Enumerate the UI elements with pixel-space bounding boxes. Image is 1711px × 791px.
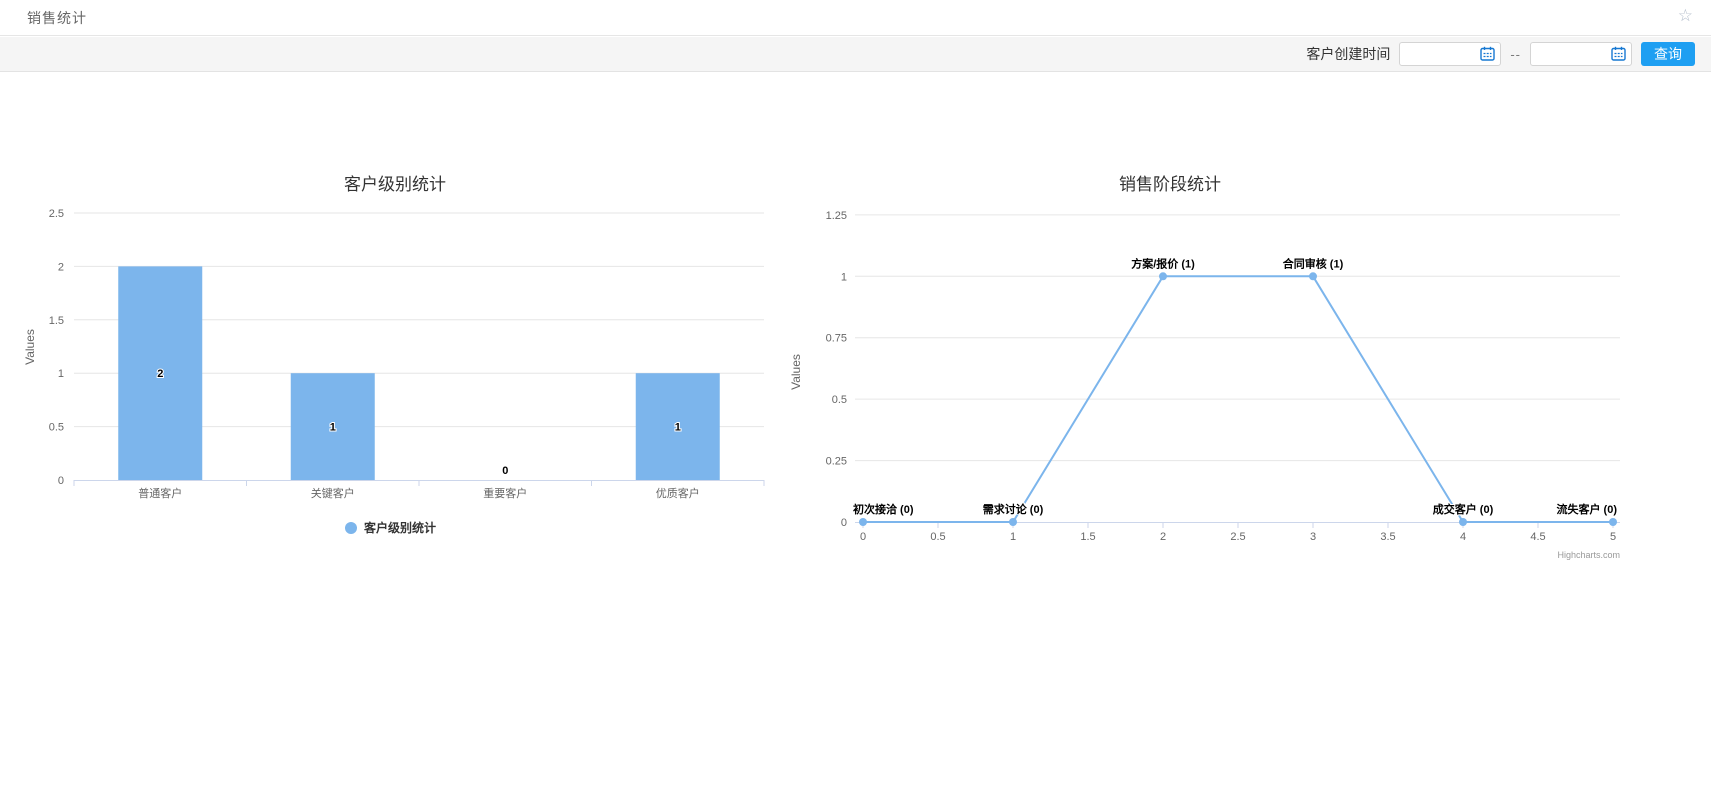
customer-level-chart: 0 0.5 1 1.5 2 2.5 普通客户 关键客户 重要客户 优质客户 2 1 0 1 客户级别统计 Va… [20,140,770,550]
x-tick-label: 0 [860,531,866,543]
y-tick-label: 1.5 [49,315,64,327]
filter-label: 客户创建时间 [1306,44,1390,64]
start-date-field [1399,42,1501,66]
y-tick-label: 0.5 [832,394,847,406]
bar-value-label: 1 [675,422,681,434]
x-tick-label: 2 [1160,531,1166,543]
data-point-marker[interactable] [1459,518,1467,526]
x-tick-label: 3 [1310,531,1316,543]
y-tick-label: 0.25 [826,456,847,468]
page-title: 销售统计 [27,8,87,28]
date-range-separator: -- [1510,47,1521,62]
y-tick-label: 0.75 [826,333,847,345]
data-point-marker[interactable] [1609,518,1617,526]
bar-value-label: 1 [330,422,336,434]
calendar-icon[interactable] [1611,46,1626,61]
star-icon[interactable]: ☆ [1678,6,1693,26]
y-axis-title: Values [789,354,803,390]
chart-title: 客户级别统计 [344,175,446,194]
point-label: 合同审核 (1) [1283,256,1344,270]
x-tick-label: 3.5 [1380,531,1395,543]
y-tick-label: 2 [58,261,64,273]
end-date-field [1530,42,1632,66]
customer-level-chart-canvas: 0 0.5 1 1.5 2 2.5 普通客户 关键客户 重要客户 优质客户 2 1 0 1 客户级别统计 Va… [20,140,770,550]
data-point-marker[interactable] [1009,518,1017,526]
x-category-label: 重要客户 [483,486,527,500]
y-tick-label: 1.25 [826,210,847,222]
x-tick-label: 5 [1610,531,1616,543]
legend-marker-icon[interactable] [345,522,357,534]
y-axis-title: Values [23,329,37,365]
x-tick-label: 2.5 [1230,531,1245,543]
query-button[interactable]: 查询 [1641,42,1695,66]
top-bar: 销售统计 ☆ [0,0,1711,36]
x-category-label: 普通客户 [138,486,182,500]
x-tick-label: 0.5 [930,531,945,543]
data-point-marker[interactable] [859,518,867,526]
y-tick-label: 1 [58,368,64,380]
x-tick-label: 1.5 [1080,531,1095,543]
point-label: 方案/报价 (1) [1131,256,1195,270]
filter-bar: 客户创建时间 -- 查询 [0,37,1711,72]
x-tick-label: 4 [1460,531,1466,543]
y-tick-label: 0 [58,475,64,487]
sales-stage-chart-canvas: 初次接洽 (0) 需求讨论 (0) 方案/报价 (1) 合同审核 (1) 成交客户 (0… [770,140,1700,580]
bar-value-label: 2 [157,368,163,380]
data-point-marker[interactable] [1309,272,1317,280]
y-tick-label: 1 [841,271,847,283]
bar-value-label: 0 [502,465,508,477]
point-label: 初次接洽 (0) [853,502,914,516]
y-tick-label: 0 [841,517,847,529]
x-category-label: 优质客户 [656,486,700,500]
chart-title: 销售阶段统计 [1119,175,1221,194]
y-tick-label: 2.5 [49,208,64,220]
point-label: 成交客户 (0) [1433,502,1494,516]
sales-stage-chart: 初次接洽 (0) 需求讨论 (0) 方案/报价 (1) 合同审核 (1) 成交客户 (0… [770,140,1700,580]
legend-label[interactable]: 客户级别统计 [363,520,436,535]
x-category-label: 关键客户 [311,486,355,500]
data-point-marker[interactable] [1159,272,1167,280]
x-tick-label: 1 [1010,531,1016,543]
point-label: 需求讨论 (0) [983,502,1044,516]
highcharts-credit[interactable]: Highcharts.com [1557,550,1620,560]
y-tick-label: 0.5 [49,422,64,434]
calendar-icon[interactable] [1480,46,1495,61]
x-tick-label: 4.5 [1530,531,1545,543]
point-label: 流失客户 (0) [1557,502,1618,516]
